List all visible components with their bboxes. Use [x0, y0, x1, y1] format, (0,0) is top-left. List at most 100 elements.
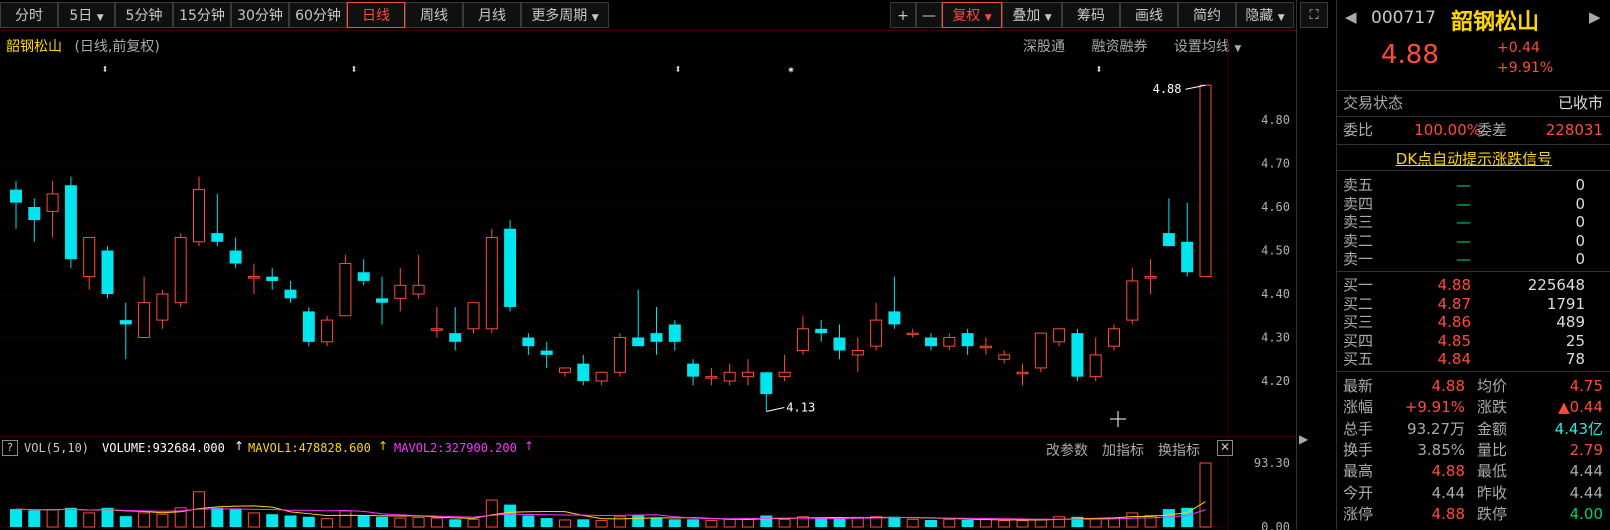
- panel-divider[interactable]: ▶: [1296, 0, 1337, 529]
- candle-down[interactable]: [1162, 233, 1175, 247]
- volume-bar-up[interactable]: [247, 512, 260, 528]
- candle-down[interactable]: [101, 250, 114, 295]
- candle-down[interactable]: [650, 333, 663, 342]
- volume-bar-down[interactable]: [64, 507, 77, 527]
- tab-daily[interactable]: 日线: [347, 2, 405, 28]
- volume-bar-up[interactable]: [394, 517, 407, 528]
- volume-bar-down[interactable]: [650, 517, 663, 527]
- candle-up[interactable]: [906, 332, 919, 336]
- simple-button[interactable]: 简约: [1178, 2, 1236, 28]
- candle-down[interactable]: [119, 320, 132, 325]
- candle-down[interactable]: [64, 185, 77, 260]
- volume-bar-down[interactable]: [540, 518, 553, 527]
- volume-bar-up[interactable]: [430, 517, 443, 528]
- candle-up[interactable]: [430, 328, 443, 331]
- candle-down[interactable]: [632, 337, 645, 347]
- volume-bar-down[interactable]: [632, 515, 645, 527]
- candle-up[interactable]: [321, 319, 334, 343]
- candle-down[interactable]: [266, 276, 279, 281]
- draw-button[interactable]: 画线: [1120, 2, 1178, 28]
- candle-down[interactable]: [888, 311, 901, 325]
- volume-bar-down[interactable]: [504, 504, 517, 527]
- candle-down[interactable]: [28, 207, 41, 221]
- candle-down[interactable]: [522, 337, 535, 347]
- candle-down[interactable]: [1071, 333, 1084, 377]
- tab-5day[interactable]: 5日 ▼: [58, 2, 115, 28]
- candle-up[interactable]: [943, 337, 956, 347]
- candle-down[interactable]: [577, 363, 590, 381]
- volume-bar-down[interactable]: [925, 519, 937, 527]
- candle-up[interactable]: [412, 284, 425, 295]
- candle-up[interactable]: [705, 376, 718, 379]
- adjust-button[interactable]: 复权 ▼: [942, 2, 1002, 28]
- candle-up[interactable]: [559, 367, 571, 373]
- volume-bar-down[interactable]: [229, 509, 242, 527]
- volume-bar-down[interactable]: [449, 519, 462, 527]
- volume-bar-up[interactable]: [851, 516, 864, 528]
- buy-level-row[interactable]: 买二 4.87 1791: [1337, 295, 1610, 313]
- zoom-in-button[interactable]: +: [890, 2, 916, 28]
- candle-down[interactable]: [357, 272, 370, 281]
- event-marker-icon[interactable]: ⬍: [1095, 62, 1102, 76]
- volume-bar-up[interactable]: [321, 518, 334, 528]
- link-change-params[interactable]: 改参数: [1046, 440, 1088, 460]
- candle-down[interactable]: [961, 333, 974, 347]
- tab-monthly[interactable]: 月线: [463, 2, 521, 28]
- candle-up[interactable]: [247, 276, 260, 279]
- candle-down[interactable]: [1181, 241, 1194, 273]
- event-marker-icon[interactable]: ⬍: [101, 62, 108, 76]
- volume-bar-down[interactable]: [888, 516, 901, 527]
- volume-bar-down[interactable]: [211, 507, 224, 527]
- buy-level-row[interactable]: 买五 4.84 78: [1337, 350, 1610, 368]
- volume-bar-down[interactable]: [101, 507, 114, 527]
- help-icon[interactable]: ?: [2, 440, 18, 456]
- candle-down[interactable]: [925, 337, 937, 347]
- volume-bar-down[interactable]: [28, 510, 41, 527]
- tab-more-periods[interactable]: 更多周期 ▼: [521, 2, 609, 28]
- volume-bar-up[interactable]: [1089, 518, 1102, 528]
- candle-down[interactable]: [540, 350, 553, 355]
- volume-bar-up[interactable]: [46, 509, 59, 528]
- candle-down[interactable]: [302, 311, 315, 342]
- volume-bar-up[interactable]: [156, 513, 169, 528]
- volume-bar-down[interactable]: [833, 518, 846, 527]
- volume-bar-up[interactable]: [613, 516, 626, 528]
- volume-bar-down[interactable]: [961, 519, 974, 527]
- candle-up[interactable]: [485, 236, 498, 330]
- buy-level-row[interactable]: 买一 4.88 225648: [1337, 276, 1610, 294]
- candle-up[interactable]: [46, 193, 59, 212]
- tab-timeshare[interactable]: 分时: [0, 2, 58, 28]
- volume-bar-up[interactable]: [705, 520, 718, 528]
- volume-bar-up[interactable]: [1034, 518, 1047, 528]
- candle-up[interactable]: [998, 354, 1011, 360]
- volume-bar-up[interactable]: [998, 520, 1011, 528]
- candle-down[interactable]: [760, 372, 773, 395]
- volume-bar-up[interactable]: [943, 518, 956, 528]
- candle-up[interactable]: [1089, 354, 1102, 378]
- tab-weekly[interactable]: 周线: [405, 2, 463, 28]
- volume-bar-up[interactable]: [1016, 520, 1029, 528]
- candle-down[interactable]: [449, 333, 462, 342]
- volume-bar-up[interactable]: [595, 520, 608, 528]
- candle-up[interactable]: [796, 328, 809, 352]
- candle-down[interactable]: [376, 298, 388, 303]
- buy-level-row[interactable]: 买四 4.85 25: [1337, 332, 1610, 350]
- tab-30min[interactable]: 30分钟: [231, 2, 289, 28]
- candle-up[interactable]: [394, 284, 407, 299]
- candle-down[interactable]: [833, 337, 846, 351]
- candle-down[interactable]: [668, 324, 681, 342]
- sell-level-row[interactable]: 卖二 — 0: [1337, 232, 1610, 250]
- volume-bar-down[interactable]: [357, 515, 370, 527]
- volume-bar-down[interactable]: [302, 516, 315, 527]
- candle-up[interactable]: [613, 337, 626, 373]
- candle-up[interactable]: [193, 189, 205, 243]
- volume-bar-up[interactable]: [559, 519, 571, 528]
- candle-up[interactable]: [138, 302, 151, 339]
- volume-bar-down[interactable]: [815, 518, 828, 527]
- candle-up[interactable]: [778, 371, 791, 378]
- candle-up[interactable]: [1199, 84, 1212, 278]
- close-icon[interactable]: ✕: [1217, 440, 1233, 456]
- sell-level-row[interactable]: 卖三 — 0: [1337, 213, 1610, 231]
- volume-bar-up[interactable]: [485, 499, 498, 528]
- volume-bar-up[interactable]: [1053, 516, 1066, 528]
